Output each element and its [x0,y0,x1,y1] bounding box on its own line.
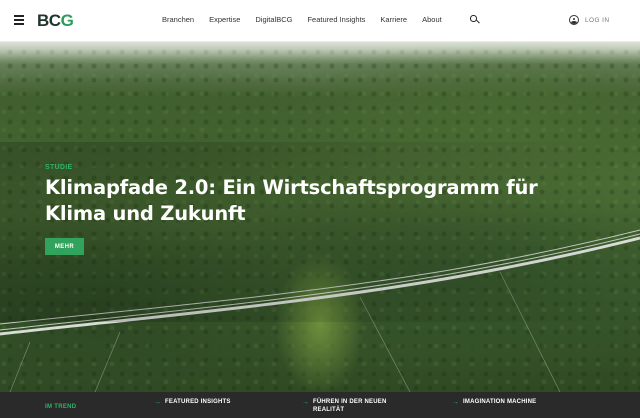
arrow-right-icon: → [452,399,459,406]
trend-bar: IM TREND → FEATURED INSIGHTS → FÜHREN IN… [0,392,640,418]
trend-link-label: IMAGINATION MACHINE [463,399,537,405]
user-icon [569,15,579,25]
nav-item-featured-insights[interactable]: Featured Insights [307,15,365,24]
site-header: BCG Branchen Expertise DigitalBCG Featur… [0,0,640,42]
login-label: LOG IN [585,16,610,24]
nav-item-digitalbcg[interactable]: DigitalBCG [255,15,292,24]
more-button[interactable]: MEHR [45,238,84,255]
trend-link-imagination-machine[interactable]: → IMAGINATION MACHINE [452,399,563,407]
search-icon[interactable] [470,15,479,24]
trend-link-label: FEATURED INSIGHTS [165,399,231,405]
arrow-right-icon: → [154,399,161,406]
hero-eyebrow: STUDIE [45,164,73,171]
trend-label: IM TREND [45,404,77,410]
bcg-logo[interactable]: BCG [37,11,74,31]
nav-item-expertise[interactable]: Expertise [209,15,240,24]
nav-item-branchen[interactable]: Branchen [162,15,194,24]
nav-item-about[interactable]: About [422,15,442,24]
menu-icon[interactable] [14,15,24,25]
trend-link-fuehren[interactable]: → FÜHREN IN DER NEUEN REALITÄT [302,399,403,414]
hero-text-shade [0,142,620,322]
login-button[interactable]: LOG IN [569,15,609,25]
main-nav: Branchen Expertise DigitalBCG Featured I… [162,15,457,24]
trend-link-label: FÜHREN IN DER NEUEN REALITÄT [313,399,387,413]
arrow-right-icon: → [302,399,309,406]
hero-banner: STUDIE Klimapfade 2.0: Ein Wirtschaftspr… [0,42,640,392]
hero-headline[interactable]: Klimapfade 2.0: Ein Wirtschaftsprogramm … [45,175,565,227]
trend-link-featured-insights[interactable]: → FEATURED INSIGHTS [154,399,265,407]
nav-item-karriere[interactable]: Karriere [380,15,407,24]
